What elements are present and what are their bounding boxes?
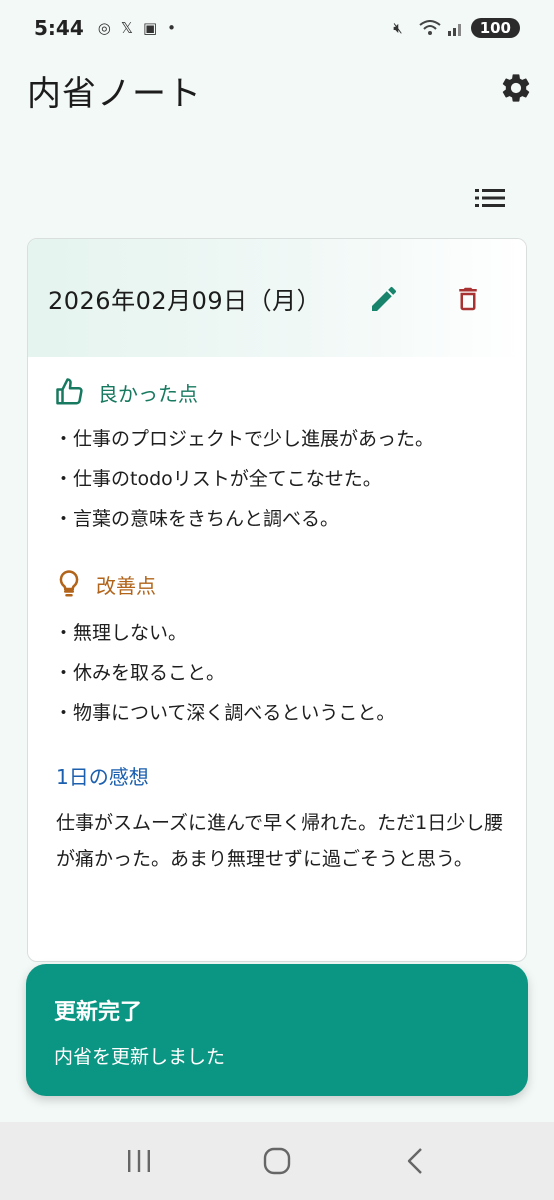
notification-icon: ◎ bbox=[97, 19, 111, 37]
impression-heading: 1日の感想 bbox=[56, 761, 149, 790]
improvement-title: 改善点 bbox=[96, 573, 156, 598]
recent-apps-button[interactable] bbox=[109, 1131, 169, 1191]
x-app-icon: 𝕏 bbox=[120, 19, 133, 37]
wifi-icon bbox=[419, 20, 441, 35]
settings-button[interactable] bbox=[494, 66, 538, 110]
snackbar-message: 内省を更新しました bbox=[54, 1046, 226, 1068]
improvement-list: ・無理しない。 ・休みを取ること。 ・物事について深く調べるということ。 bbox=[54, 613, 395, 733]
signal-icon bbox=[447, 24, 461, 36]
impression-title: 1日の感想 bbox=[56, 765, 149, 789]
status-bar: 5:44 ◎ 𝕏 ▣ • 🔇︎ 100 bbox=[0, 0, 554, 56]
good-points-list: ・仕事のプロジェクトで少し進展があった。 ・仕事のtodoリストが全てこなせた。… bbox=[54, 419, 434, 539]
list-item: ・言葉の意味をきちんと調べる。 bbox=[54, 508, 340, 530]
good-points-title: 良かった点 bbox=[98, 381, 198, 406]
update-snackbar[interactable]: 更新完了 内省を更新しました bbox=[26, 964, 528, 1096]
trash-icon bbox=[459, 287, 477, 311]
list-view-button[interactable] bbox=[468, 176, 512, 220]
list-item: ・仕事のtodoリストが全てこなせた。 bbox=[54, 468, 382, 490]
screenshot-icon: ▣ bbox=[142, 19, 158, 37]
mute-icon: 🔇︎ bbox=[393, 19, 403, 37]
improvement-heading: 改善点 bbox=[54, 569, 156, 599]
status-time: 5:44 bbox=[34, 16, 84, 40]
pencil-icon bbox=[372, 286, 397, 311]
app-title: 内省ノート bbox=[27, 74, 202, 114]
back-icon bbox=[407, 1148, 422, 1174]
gear-icon bbox=[502, 74, 530, 102]
list-item: ・無理しない。 bbox=[54, 622, 188, 644]
list-icon bbox=[475, 189, 505, 207]
list-item: ・仕事のプロジェクトで少し進展があった。 bbox=[54, 428, 435, 450]
list-item: ・物事について深く調べるということ。 bbox=[54, 702, 396, 724]
home-icon bbox=[263, 1147, 291, 1175]
entry-card: 2026年02月09日（月） 良かった点 ・仕事のプロジェクトで少し進展があった… bbox=[27, 238, 527, 962]
edit-button[interactable] bbox=[364, 279, 404, 319]
lightbulb-icon bbox=[59, 570, 79, 597]
good-points-heading: 良かった点 bbox=[54, 377, 198, 407]
thumb-up-icon bbox=[56, 378, 83, 405]
entry-date: 2026年02月09日（月） bbox=[48, 286, 322, 315]
system-nav-bar bbox=[0, 1122, 554, 1200]
delete-button[interactable] bbox=[448, 279, 488, 319]
recent-apps-icon bbox=[128, 1150, 150, 1172]
home-button[interactable] bbox=[247, 1131, 307, 1191]
dot-icon: • bbox=[167, 19, 176, 37]
snackbar-title: 更新完了 bbox=[54, 1000, 143, 1025]
back-button[interactable] bbox=[385, 1131, 445, 1191]
impression-text: 仕事がスムーズに進んで早く帰れた。ただ1日少し腰が痛かった。あまり無理せずに過ご… bbox=[56, 812, 504, 870]
battery-indicator: 100 bbox=[470, 18, 520, 38]
list-item: ・休みを取ること。 bbox=[54, 662, 226, 684]
